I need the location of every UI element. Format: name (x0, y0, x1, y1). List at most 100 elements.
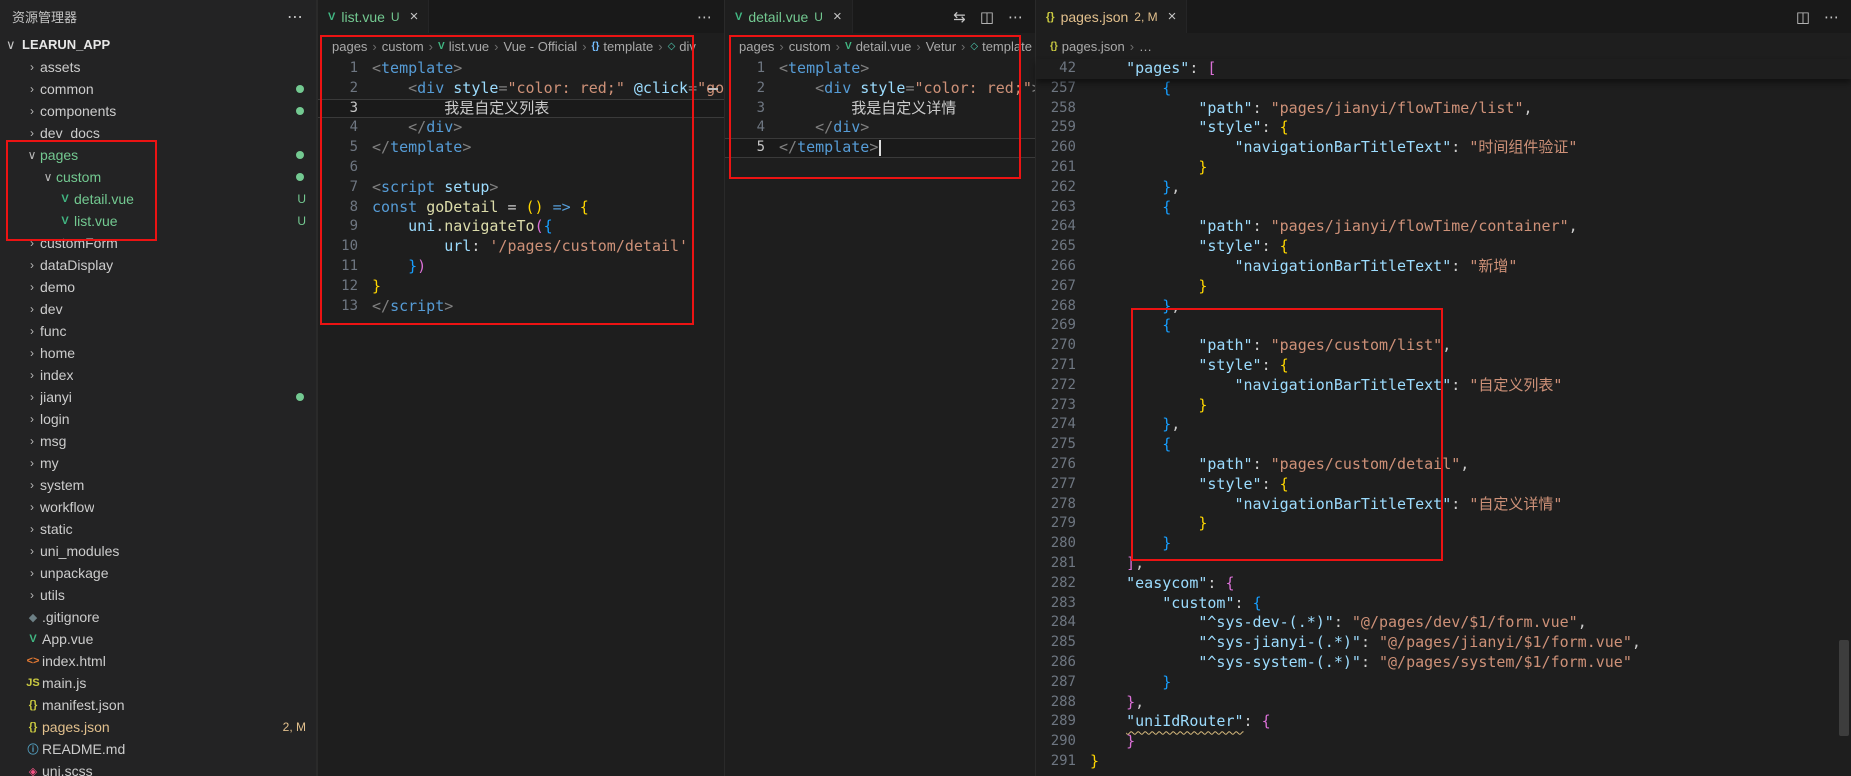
code-line-3[interactable]: 3 我是自定义详情 (725, 99, 1035, 119)
code-line-5[interactable]: 5</template> (318, 138, 724, 158)
tree-folder-home[interactable]: ›home (0, 342, 316, 364)
code-line-3[interactable]: 3 我是自定义列表 (318, 99, 724, 119)
tree-folder-utils[interactable]: ›utils (0, 584, 316, 606)
breadcrumb-item-Vue - Official[interactable]: Vue - Official (504, 39, 578, 54)
code-line-5[interactable]: 5</template> (725, 138, 1035, 158)
code-line-278[interactable]: 278 "navigationBarTitleText": "自定义详情" (1036, 495, 1851, 515)
code-line-266[interactable]: 266 "navigationBarTitleText": "新增" (1036, 257, 1851, 277)
code-line-274[interactable]: 274 }, (1036, 415, 1851, 435)
tree-folder-login[interactable]: ›login (0, 408, 316, 430)
tree-folder-index[interactable]: ›index (0, 364, 316, 386)
breadcrumb-item-template[interactable]: {}template (592, 39, 654, 54)
code-line-272[interactable]: 272 "navigationBarTitleText": "自定义列表" (1036, 376, 1851, 396)
code-editor-pages-json[interactable]: 257 {258 "path": "pages/jianyi/flowTime/… (1036, 59, 1851, 772)
code-line-281[interactable]: 281 ], (1036, 554, 1851, 574)
code-line-283[interactable]: 283 "custom": { (1036, 594, 1851, 614)
breadcrumb-item-list.vue[interactable]: Vlist.vue (438, 39, 489, 54)
code-line-257[interactable]: 257 { (1036, 79, 1851, 99)
open-changes-icon[interactable]: ⇆ (953, 8, 966, 26)
code-line-273[interactable]: 273 } (1036, 396, 1851, 416)
breadcrumb-item-pages[interactable]: pages (332, 39, 367, 54)
code-line-289[interactable]: 289 "uniIdRouter": { (1036, 712, 1851, 732)
tree-file-index.html[interactable]: <>index.html (0, 650, 316, 672)
code-line-286[interactable]: 286 "^sys-system-(.*)": "@/pages/system/… (1036, 653, 1851, 673)
code-line-287[interactable]: 287 } (1036, 673, 1851, 693)
tree-file-list.vue[interactable]: Vlist.vueU (0, 210, 316, 232)
tree-folder-dev_docs[interactable]: ›dev_docs (0, 122, 316, 144)
code-line-290[interactable]: 290 } (1036, 732, 1851, 752)
code-line-2[interactable]: 2 <div style="color: red;" @click="goDet… (318, 79, 724, 99)
tree-folder-demo[interactable]: ›demo (0, 276, 316, 298)
code-line-2[interactable]: 2 <div style="color: red;"> (725, 79, 1035, 99)
tree-folder-my[interactable]: ›my (0, 452, 316, 474)
breadcrumb-item-…[interactable]: … (1139, 39, 1152, 54)
code-line-260[interactable]: 260 "navigationBarTitleText": "时间组件验证" (1036, 138, 1851, 158)
code-line-271[interactable]: 271 "style": { (1036, 356, 1851, 376)
close-icon[interactable]: × (1168, 8, 1177, 25)
tree-folder-components[interactable]: ›components (0, 100, 316, 122)
tree-file-main.js[interactable]: JSmain.js (0, 672, 316, 694)
code-line-288[interactable]: 288 }, (1036, 693, 1851, 713)
code-line-284[interactable]: 284 "^sys-dev-(.*)": "@/pages/dev/$1/for… (1036, 613, 1851, 633)
code-line-264[interactable]: 264 "path": "pages/jianyi/flowTime/conta… (1036, 217, 1851, 237)
code-line-277[interactable]: 277 "style": { (1036, 475, 1851, 495)
tree-folder-common[interactable]: ›common (0, 78, 316, 100)
breadcrumb-item-div[interactable]: ◇div (668, 39, 696, 54)
split-editor-icon[interactable]: ◫ (1796, 8, 1810, 26)
code-line-275[interactable]: 275 { (1036, 435, 1851, 455)
tree-file-pages.json[interactable]: {}pages.json2, M (0, 716, 316, 738)
code-line-282[interactable]: 282 "easycom": { (1036, 574, 1851, 594)
tree-folder-pages[interactable]: ∨pages (0, 144, 316, 166)
tree-file-uni.scss[interactable]: ◈uni.scss (0, 760, 316, 776)
tree-folder-dataDisplay[interactable]: ›dataDisplay (0, 254, 316, 276)
tab-pages-json[interactable]: {} pages.json 2, M × (1036, 0, 1187, 33)
tree-folder-system[interactable]: ›system (0, 474, 316, 496)
code-line-263[interactable]: 263 { (1036, 198, 1851, 218)
tree-folder-dev[interactable]: ›dev (0, 298, 316, 320)
code-editor-detail-vue[interactable]: 1<template>2 <div style="color: red;">3 … (725, 59, 1035, 158)
code-line-13[interactable]: 13</script> (318, 297, 724, 317)
code-line-268[interactable]: 268 }, (1036, 297, 1851, 317)
tree-folder-customForm[interactable]: ›customForm (0, 232, 316, 254)
tree-folder-custom[interactable]: ∨custom (0, 166, 316, 188)
breadcrumb-item-custom[interactable]: custom (382, 39, 424, 54)
more-actions-icon[interactable]: ⋯ (1824, 8, 1839, 26)
code-line-258[interactable]: 258 "path": "pages/jianyi/flowTime/list"… (1036, 99, 1851, 119)
code-line-262[interactable]: 262 }, (1036, 178, 1851, 198)
breadcrumb-item-pages[interactable]: pages (739, 39, 774, 54)
code-line-267[interactable]: 267 } (1036, 277, 1851, 297)
code-line-4[interactable]: 4 </div> (318, 118, 724, 138)
close-icon[interactable]: × (410, 8, 419, 25)
tree-folder-uni_modules[interactable]: ›uni_modules (0, 540, 316, 562)
scrollbar[interactable] (1839, 640, 1849, 736)
tree-folder-static[interactable]: ›static (0, 518, 316, 540)
code-line-259[interactable]: 259 "style": { (1036, 118, 1851, 138)
code-line-11[interactable]: 11 }) (318, 257, 724, 277)
tree-folder-jianyi[interactable]: ›jianyi (0, 386, 316, 408)
code-line-9[interactable]: 9 uni.navigateTo({ (318, 217, 724, 237)
explorer-more-actions-icon[interactable]: ⋯ (287, 7, 304, 27)
tab-detail-vue[interactable]: V detail.vue U × (725, 0, 853, 33)
tree-file-manifest.json[interactable]: {}manifest.json (0, 694, 316, 716)
breadcrumb-item-custom[interactable]: custom (789, 39, 831, 54)
tree-file-README.md[interactable]: ⓘREADME.md (0, 738, 316, 760)
code-line-7[interactable]: 7<script setup> (318, 178, 724, 198)
code-editor-list-vue[interactable]: 1<template>2 <div style="color: red;" @c… (318, 59, 724, 316)
code-line-291[interactable]: 291} (1036, 752, 1851, 772)
breadcrumb-item-pages.json[interactable]: {}pages.json (1050, 39, 1125, 54)
code-line-280[interactable]: 280 } (1036, 534, 1851, 554)
tree-folder-assets[interactable]: ›assets (0, 56, 316, 78)
split-editor-icon[interactable]: ◫ (980, 8, 994, 26)
more-actions-icon[interactable]: ⋯ (697, 8, 712, 26)
code-line-1[interactable]: 1<template> (725, 59, 1035, 79)
tree-folder-msg[interactable]: ›msg (0, 430, 316, 452)
tree-folder-unpackage[interactable]: ›unpackage (0, 562, 316, 584)
code-line-1[interactable]: 1<template> (318, 59, 724, 79)
code-line-10[interactable]: 10 url: '/pages/custom/detail' (318, 237, 724, 257)
code-line-6[interactable]: 6 (318, 158, 724, 178)
code-line-270[interactable]: 270 "path": "pages/custom/list", (1036, 336, 1851, 356)
code-line-8[interactable]: 8const goDetail = () => { (318, 198, 724, 218)
code-line-261[interactable]: 261 } (1036, 158, 1851, 178)
tree-folder-workflow[interactable]: ›workflow (0, 496, 316, 518)
code-line-285[interactable]: 285 "^sys-jianyi-(.*)": "@/pages/jianyi/… (1036, 633, 1851, 653)
